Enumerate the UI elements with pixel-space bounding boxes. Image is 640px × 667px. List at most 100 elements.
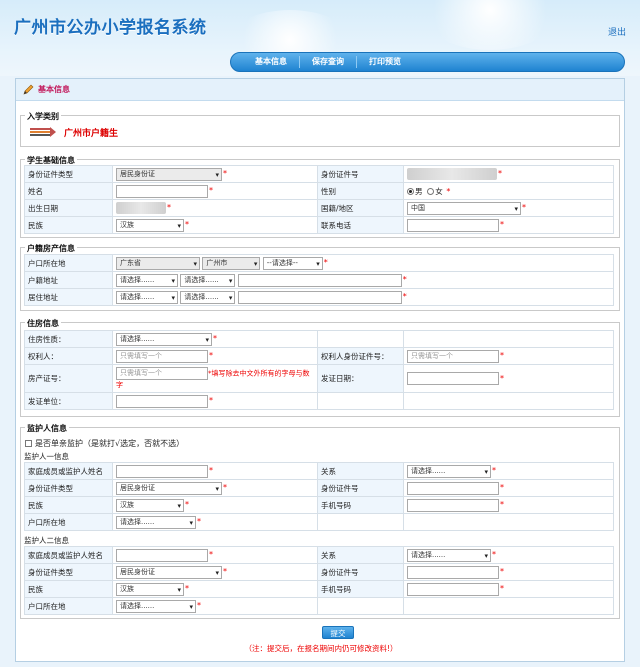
- g1-id-no-label: 身份证件号: [317, 479, 404, 497]
- g2-ethnic-select[interactable]: 汉族 ▾: [116, 582, 184, 596]
- nav-save-query[interactable]: 保存查询: [300, 56, 357, 68]
- g1-name-input[interactable]: [116, 464, 208, 478]
- g1-ethnic-select[interactable]: 汉族 ▾: [116, 498, 184, 512]
- g2-relation-label: 关系: [317, 546, 404, 564]
- g2-name-input[interactable]: [116, 548, 208, 562]
- g1-mobile-input[interactable]: [407, 498, 499, 512]
- hukou-addr-label: 户籍地址: [24, 271, 113, 289]
- nation-select[interactable]: 中国 ▾: [407, 201, 521, 215]
- pencil-icon: [22, 84, 34, 96]
- province-select[interactable]: 广东省 ▾: [116, 256, 200, 270]
- submit-note: （注：提交后，在报名期间内仍可修改资料!）: [244, 644, 398, 653]
- nature-select[interactable]: 请选择...... ▾: [116, 332, 212, 346]
- g2-hukou-label: 户口所在地: [24, 597, 113, 615]
- g2-relation-select[interactable]: 请选择...... ▾: [407, 548, 491, 562]
- cert-label: 房产证号：: [24, 364, 113, 393]
- student-table: 身份证件类型 居民身份证 ▾ * 身份证件号 * 姓名 * 性别 男 女 * 出生日…: [24, 165, 614, 234]
- id-no-label: 身份证件号: [317, 165, 404, 183]
- g2-ethnic-label: 民族: [24, 580, 113, 598]
- header-banner: 广州市公办小学报名系统 退出 基本信息 保存查询 打印预览: [0, 0, 640, 76]
- main-nav: 基本信息 保存查询 打印预览: [230, 52, 625, 72]
- housing-title: 住房信息: [25, 318, 61, 329]
- enroll-type: 广州市户籍生: [64, 129, 119, 139]
- g1-mobile-label: 手机号码: [317, 496, 404, 514]
- issue-date-input[interactable]: [407, 372, 499, 385]
- hukou-addr-select-1[interactable]: 请选择...... ▾: [116, 273, 178, 287]
- id-type-select[interactable]: 居民身份证 ▾: [116, 167, 222, 181]
- g1-id-no-input[interactable]: [407, 481, 499, 495]
- owner-id-input[interactable]: 只需填写一个: [407, 349, 499, 363]
- guardian2-title: 监护人二信息: [24, 536, 69, 545]
- g2-mobile-label: 手机号码: [317, 580, 404, 598]
- guardian1-table: 家庭成员或监护人姓名 * 关系 请选择...... ▾ * 身份证件类型 居民身份证…: [24, 462, 614, 531]
- g1-relation-select[interactable]: 请选择...... ▾: [407, 464, 491, 478]
- form-panel: 基本信息 入学类别 广州市户籍生 学生基础信息 身份证件类型 居民身份证 ▾ * 身…: [15, 78, 625, 662]
- name-input[interactable]: [116, 184, 208, 198]
- housing-section: 住房信息 住房性质： 请选择...... ▾ * 权利人： 只需填写一个 * 权利人身…: [20, 318, 620, 417]
- gender-female-label: 女: [435, 186, 443, 196]
- g2-id-no-input[interactable]: [407, 565, 499, 579]
- g1-hukou-select[interactable]: 请选择...... ▾: [116, 515, 196, 529]
- logout-link[interactable]: 退出: [608, 25, 626, 38]
- panel-header: 基本信息: [16, 79, 624, 101]
- household-table: 户口所在地 广东省 ▾ 广州市 ▾ --请选择-- ▾ * 户籍地址 请选择......…: [24, 254, 614, 306]
- issuer-input[interactable]: [116, 394, 208, 408]
- nav-print-preview[interactable]: 打印预览: [357, 56, 413, 68]
- g1-ethnic-label: 民族: [24, 496, 113, 514]
- ethnic-select[interactable]: 汉族 ▾: [116, 218, 184, 232]
- panel-label: 基本信息: [38, 85, 70, 94]
- g2-mobile-input[interactable]: [407, 582, 499, 596]
- g2-name-label: 家庭成员或监护人姓名: [24, 546, 113, 564]
- id-no-input[interactable]: [407, 168, 497, 180]
- single-parent-checkbox[interactable]: [25, 440, 32, 447]
- g2-id-type-select[interactable]: 居民身份证 ▾: [116, 565, 222, 579]
- g1-id-type-select[interactable]: 居民身份证 ▾: [116, 481, 222, 495]
- gender-label: 性别: [317, 182, 404, 200]
- name-label: 姓名: [24, 182, 113, 200]
- submit-button[interactable]: 提交: [322, 626, 354, 639]
- id-type-label: 身份证件类型: [24, 165, 113, 183]
- household-section: 户籍房产信息 户口所在地 广东省 ▾ 广州市 ▾ --请选择-- ▾ * 户籍地址 请选…: [20, 243, 620, 311]
- live-addr-label: 居住地址: [24, 288, 113, 306]
- enroll-title: 入学类别: [25, 111, 61, 122]
- ethnic-label: 民族: [24, 216, 113, 234]
- g1-relation-label: 关系: [317, 462, 404, 480]
- nature-label: 住房性质：: [24, 330, 113, 348]
- live-addr-select-1[interactable]: 请选择...... ▾: [116, 290, 178, 304]
- guardian1-title: 监护人一信息: [24, 452, 69, 461]
- birth-label: 出生日期: [24, 199, 113, 217]
- hukou-label: 户口所在地: [24, 254, 113, 272]
- hukou-addr-input[interactable]: [237, 273, 402, 287]
- g1-name-label: 家庭成员或监护人姓名: [24, 462, 113, 480]
- cert-input[interactable]: 只需填写一个: [116, 367, 208, 380]
- issue-date-label: 发证日期：: [317, 364, 404, 393]
- owner-id-label: 权利人身份证件号：: [317, 347, 404, 365]
- gender-female-radio[interactable]: [427, 188, 435, 195]
- enroll-section: 入学类别 广州市户籍生: [20, 111, 620, 147]
- light-glow: [420, 0, 560, 50]
- birth-input[interactable]: [116, 202, 166, 214]
- owner-input[interactable]: 只需填写一个: [116, 349, 208, 363]
- live-addr-select-2[interactable]: 请选择...... ▾: [180, 290, 236, 304]
- phone-label: 联系电话: [317, 216, 404, 234]
- student-section: 学生基础信息 身份证件类型 居民身份证 ▾ * 身份证件号 * 姓名 * 性别 男 …: [20, 155, 620, 238]
- district-select[interactable]: --请选择-- ▾: [262, 256, 323, 270]
- phone-input[interactable]: [407, 218, 499, 232]
- guardian2-table: 家庭成员或监护人姓名 * 关系 请选择...... ▾ * 身份证件类型 居民身份证…: [24, 546, 614, 615]
- issuer-label: 发证单位：: [24, 392, 113, 410]
- nav-basic-info[interactable]: 基本信息: [243, 56, 300, 68]
- g1-id-type-label: 身份证件类型: [24, 479, 113, 497]
- gender-male-radio[interactable]: [407, 188, 414, 195]
- guardian-title: 监护人信息: [25, 423, 69, 434]
- g1-hukou-label: 户口所在地: [24, 513, 113, 531]
- live-addr-input[interactable]: [237, 290, 402, 304]
- city-select[interactable]: 广州市 ▾: [202, 256, 261, 270]
- g2-hukou-select[interactable]: 请选择...... ▾: [116, 599, 196, 613]
- single-parent-label: 是否单亲监护（是就打√选定，否就不选）: [35, 439, 185, 448]
- hukou-addr-select-2[interactable]: 请选择...... ▾: [180, 273, 236, 287]
- arrow-icon: [30, 126, 56, 139]
- guardian-section: 监护人信息 是否单亲监护（是就打√选定，否就不选） 监护人一信息 家庭成员或监护…: [20, 423, 620, 619]
- housing-table: 住房性质： 请选择...... ▾ * 权利人： 只需填写一个 * 权利人身份证件号：…: [24, 330, 614, 410]
- g2-id-no-label: 身份证件号: [317, 563, 404, 581]
- gender-male-label: 男: [415, 186, 423, 196]
